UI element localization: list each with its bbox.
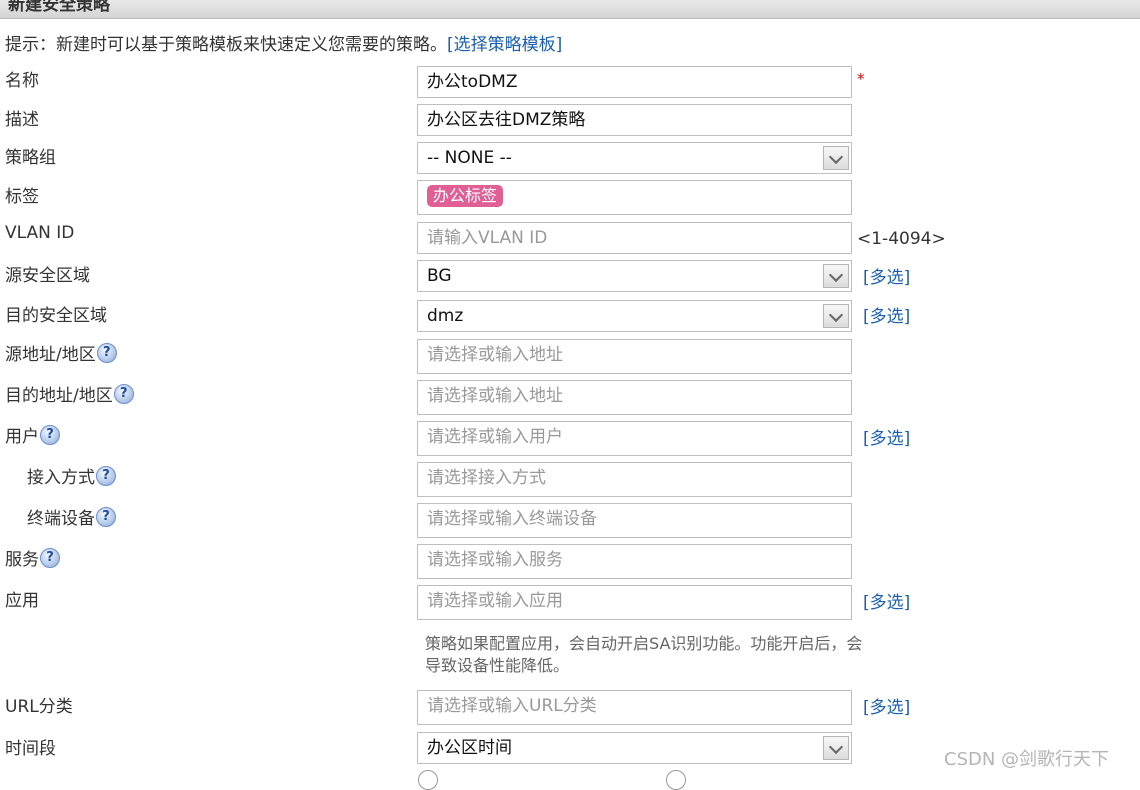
policy-group-value: -- NONE --	[427, 148, 512, 168]
src-zone-multi-link[interactable]: [多选]	[863, 263, 910, 288]
service-label: 服务?	[5, 545, 60, 570]
src-zone-value: BG	[427, 266, 452, 286]
action-permit-radio[interactable]	[418, 770, 438, 790]
user-multi-link[interactable]: [多选]	[863, 424, 910, 449]
user-input[interactable]: 请选择或输入用户	[417, 421, 852, 456]
help-question-icon[interactable]: ?	[40, 547, 60, 568]
vlan-id-label: VLAN ID	[5, 223, 75, 243]
dst-zone-value: dmz	[427, 306, 464, 326]
url-category-label: URL分类	[5, 697, 73, 717]
name-label: 名称	[5, 71, 39, 91]
src-addr-input[interactable]: 请选择或输入地址	[417, 339, 852, 374]
help-question-icon[interactable]: ?	[96, 465, 116, 486]
tags-input[interactable]: 办公标签	[417, 180, 852, 215]
template-hint: 提示：新建时可以基于策略模板来快速定义您需要的策略。[选择策略模板]	[5, 30, 562, 55]
src-zone-select[interactable]: BG	[417, 260, 852, 292]
select-template-link[interactable]: [选择策略模板]	[447, 35, 562, 55]
dst-addr-input[interactable]: 请选择或输入地址	[417, 380, 852, 415]
hint-text: 提示：新建时可以基于策略模板来快速定义您需要的策略。	[5, 35, 447, 55]
help-question-icon[interactable]: ?	[113, 383, 134, 404]
required-mark: *	[857, 70, 865, 88]
user-label: 用户?	[5, 422, 60, 447]
action-deny-radio[interactable]	[666, 770, 686, 790]
url-category-input[interactable]: 请选择或输入URL分类	[417, 690, 852, 725]
tag-chip[interactable]: 办公标签	[427, 185, 504, 207]
application-multi-link[interactable]: [多选]	[863, 588, 910, 613]
vlan-id-input[interactable]: 请输入VLAN ID	[417, 222, 852, 254]
chevron-down-icon[interactable]	[823, 736, 849, 760]
vlan-range-hint: <1-4094>	[857, 229, 946, 249]
dialog-title: 新建安全策略	[8, 0, 110, 15]
dst-addr-label-text: 目的地址/地区	[5, 386, 113, 406]
src-zone-label: 源安全区域	[5, 266, 90, 286]
dst-zone-select[interactable]: dmz	[417, 300, 852, 332]
policy-group-select[interactable]: -- NONE --	[417, 142, 852, 174]
access-mode-input[interactable]: 请选择接入方式	[417, 462, 852, 497]
user-label-text: 用户	[5, 427, 39, 447]
dst-zone-label: 目的安全区域	[5, 306, 107, 326]
help-question-icon[interactable]: ?	[96, 342, 117, 363]
chevron-down-icon[interactable]	[823, 146, 849, 170]
dst-addr-label: 目的地址/地区?	[5, 381, 134, 406]
watermark: CSDN @剑歌行天下	[944, 749, 1110, 770]
chevron-down-icon[interactable]	[823, 264, 849, 288]
access-mode-label: 接入方式?	[27, 463, 116, 488]
dst-zone-multi-link[interactable]: [多选]	[863, 302, 910, 327]
src-addr-label-text: 源地址/地区	[5, 345, 96, 365]
application-label: 应用	[5, 591, 39, 611]
description-input[interactable]: 办公区去往DMZ策略	[417, 104, 852, 136]
description-label: 描述	[5, 110, 39, 130]
chevron-down-icon[interactable]	[823, 304, 849, 328]
src-addr-label: 源地址/地区?	[5, 340, 117, 365]
terminal-label: 终端设备?	[27, 504, 116, 529]
help-question-icon[interactable]: ?	[96, 506, 116, 527]
url-category-multi-link[interactable]: [多选]	[863, 693, 910, 718]
application-note: 策略如果配置应用，会自动开启SA识别功能。功能开启后，会导致设备性能降低。	[425, 634, 863, 675]
access-mode-label-text: 接入方式	[27, 468, 95, 488]
time-range-label: 时间段	[5, 739, 56, 759]
name-input[interactable]: 办公toDMZ	[417, 66, 852, 98]
tags-label: 标签	[5, 187, 39, 207]
service-input[interactable]: 请选择或输入服务	[417, 544, 852, 579]
terminal-label-text: 终端设备	[27, 509, 95, 529]
time-range-select[interactable]: 办公区时间	[417, 732, 852, 764]
application-input[interactable]: 请选择或输入应用	[417, 585, 852, 620]
time-range-value: 办公区时间	[427, 738, 512, 758]
policy-group-label: 策略组	[5, 148, 56, 168]
service-label-text: 服务	[5, 550, 39, 570]
help-question-icon[interactable]: ?	[40, 424, 60, 445]
dialog-title-bar: 新建安全策略	[0, 0, 1140, 19]
terminal-input[interactable]: 请选择或输入终端设备	[417, 503, 852, 538]
